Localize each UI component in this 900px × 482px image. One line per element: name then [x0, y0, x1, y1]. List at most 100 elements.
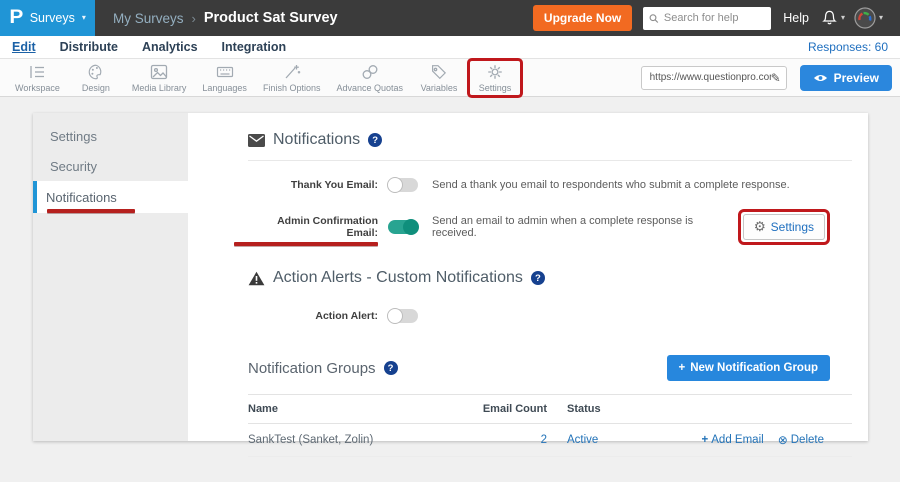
chevron-down-icon: ▾ [879, 14, 883, 22]
toolbar-finish-options[interactable]: Finish Options [258, 61, 326, 95]
tab-integration[interactable]: Integration [222, 40, 287, 54]
thank-you-email-description: Send a thank you email to respondents wh… [432, 179, 842, 191]
admin-confirmation-email-row: Admin Confirmation Email: Send an email … [248, 209, 852, 245]
toolbar-settings[interactable]: Settings [470, 61, 520, 95]
search-icon [649, 13, 659, 24]
group-email-count[interactable]: 2 [452, 434, 547, 446]
sidebar-item-security[interactable]: Security [33, 151, 188, 181]
preview-button[interactable]: Preview [800, 65, 892, 91]
delete-group-link[interactable]: Delete [778, 433, 824, 447]
action-alerts-section-header: Action Alerts - Custom Notifications [248, 269, 852, 287]
workspace-icon [27, 63, 47, 81]
edit-url-icon[interactable]: ✎ [771, 71, 781, 85]
action-alert-toggle[interactable] [388, 309, 418, 323]
breadcrumb-survey-title: Product Sat Survey [204, 10, 338, 26]
table-header-row: Name Email Count Status [248, 394, 852, 424]
design-icon [86, 63, 106, 81]
admin-email-settings-button[interactable]: ⚙ Settings [743, 214, 825, 240]
bell-icon [821, 9, 838, 27]
group-status[interactable]: Active [547, 434, 657, 446]
breadcrumb-my-surveys[interactable]: My Surveys [113, 11, 184, 26]
column-header-status: Status [547, 403, 657, 415]
delete-icon [778, 433, 788, 447]
notification-groups-header: Notification Groups + New Notification G… [248, 355, 852, 381]
action-alert-row: Action Alert: [248, 305, 852, 327]
upgrade-now-button[interactable]: Upgrade Now [533, 5, 632, 31]
tab-distribute[interactable]: Distribute [60, 40, 118, 54]
envelope-icon [248, 134, 265, 147]
settings-icon [485, 63, 505, 81]
responses-count[interactable]: Responses: 60 [808, 40, 888, 54]
chevron-down-icon: ▾ [82, 14, 86, 22]
column-header-email-count: Email Count [452, 403, 547, 415]
advance-quotas-icon [360, 63, 380, 81]
account-menu[interactable]: ▾ [854, 7, 883, 29]
admin-confirmation-email-toggle[interactable] [388, 220, 418, 234]
toolbar-languages[interactable]: Languages [197, 61, 252, 95]
toolbar-design[interactable]: Design [71, 61, 121, 95]
section-divider [248, 160, 852, 161]
sidebar-item-settings[interactable]: Settings [33, 121, 188, 151]
annotation-underline [234, 242, 378, 246]
annotation-underline [47, 209, 135, 213]
group-name: SankTest (Sanket, Zolin) [248, 434, 452, 446]
section-title: Notification Groups [248, 360, 376, 377]
help-link[interactable]: Help [783, 11, 809, 25]
languages-icon [215, 63, 235, 81]
new-notification-group-button[interactable]: + New Notification Group [667, 355, 831, 381]
help-icon[interactable] [531, 271, 545, 285]
gear-icon: ⚙ [754, 219, 766, 235]
plus-icon: + [679, 362, 686, 374]
notification-groups-table: Name Email Count Status SankTest (Sanket… [248, 394, 852, 457]
top-bar-main: My Surveys › Product Sat Survey Upgrade … [95, 0, 900, 36]
finish-options-icon [282, 63, 302, 81]
survey-tabs: Edit Distribute Analytics Integration [12, 40, 286, 54]
help-icon[interactable] [368, 133, 382, 147]
eye-icon [813, 73, 828, 83]
help-search-input[interactable] [664, 12, 765, 24]
top-bar: P Surveys ▾ My Surveys › Product Sat Sur… [0, 0, 900, 36]
admin-confirmation-email-description: Send an email to admin when a complete r… [432, 215, 728, 239]
avatar [854, 7, 876, 29]
variables-icon [429, 63, 449, 81]
toolbar-media-library[interactable]: Media Library [127, 61, 192, 95]
notifications-section-header: Notifications [248, 131, 852, 149]
surveys-app-menu[interactable]: P Surveys ▾ [0, 0, 95, 36]
action-alert-label: Action Alert: [248, 310, 378, 322]
notifications-content: Notifications Thank You Email: Send a th… [188, 113, 868, 441]
survey-url[interactable]: https://www.questionpro.com/t/. [650, 72, 771, 83]
survey-url-box: https://www.questionpro.com/t/. ✎ [641, 66, 787, 90]
breadcrumb-separator-icon: › [192, 11, 196, 26]
section-title: Notifications [273, 131, 360, 149]
chevron-down-icon: ▾ [841, 14, 845, 22]
toolbar-variables[interactable]: Variables [414, 61, 464, 95]
main-area: Settings Security Notifications Notifica… [0, 97, 900, 441]
questionpro-logo: P [9, 7, 23, 29]
thank-you-email-row: Thank You Email: Send a thank you email … [248, 174, 852, 196]
section-title: Action Alerts - Custom Notifications [273, 269, 523, 287]
tab-analytics[interactable]: Analytics [142, 40, 198, 54]
breadcrumb: My Surveys › Product Sat Survey [113, 10, 338, 26]
column-header-name: Name [248, 403, 452, 415]
notifications-bell-menu[interactable]: ▾ [821, 9, 845, 27]
toolbar-workspace[interactable]: Workspace [10, 61, 65, 95]
warning-icon [248, 271, 265, 286]
thank-you-email-label: Thank You Email: [248, 179, 378, 191]
tab-edit[interactable]: Edit [12, 40, 36, 54]
annotation-box: ⚙ Settings [738, 209, 830, 245]
help-search-box [643, 7, 771, 30]
sidebar-item-notifications[interactable]: Notifications [33, 181, 188, 213]
questionpro-settings-page: P Surveys ▾ My Surveys › Product Sat Sur… [0, 0, 900, 482]
table-row: SankTest (Sanket, Zolin) 2 Active Add Em… [248, 424, 852, 457]
plus-icon [702, 434, 709, 446]
edit-toolbar: Workspace Design Media Library Languages… [0, 58, 900, 97]
survey-nav-row: Edit Distribute Analytics Integration Re… [0, 36, 900, 58]
admin-confirmation-email-label: Admin Confirmation Email: [248, 215, 378, 239]
thank-you-email-toggle[interactable] [388, 178, 418, 192]
app-menu-label: Surveys [30, 11, 75, 25]
add-email-link[interactable]: Add Email [702, 433, 764, 447]
toolbar-advance-quotas[interactable]: Advance Quotas [331, 61, 408, 95]
group-actions: Add Email Delete [657, 433, 852, 447]
help-icon[interactable] [384, 361, 398, 375]
media-library-icon [149, 63, 169, 81]
